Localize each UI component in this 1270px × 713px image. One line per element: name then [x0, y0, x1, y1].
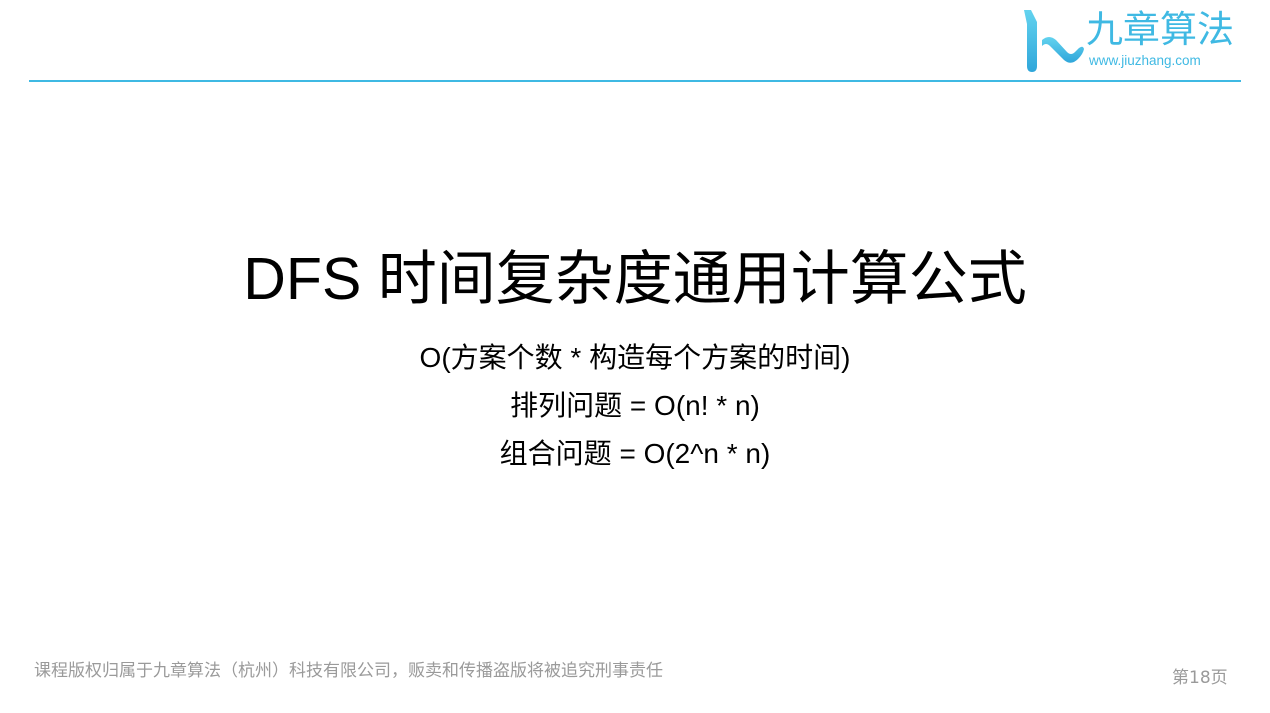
jiuzhang-logo-icon [1024, 10, 1084, 72]
logo-url: www.jiuzhang.com [1089, 53, 1201, 68]
logo-name: 九章算法 [1086, 8, 1234, 51]
copyright-notice: 课程版权归属于九章算法（杭州）科技有限公司，贩卖和传播盗版将被追究刑事责任 [34, 661, 663, 681]
header-divider [29, 80, 1241, 82]
slide-title: DFS 时间复杂度通用计算公式 [243, 246, 1027, 312]
jiuzhang-logo: 九章算法 www.jiuzhang.com [1016, 4, 1246, 76]
formula-line-permutation: 排列问题 = O(n! * n) [510, 390, 760, 421]
formula-line-combination: 组合问题 = O(2^n * n) [499, 438, 771, 469]
formula-line-general: O(方案个数 * 构造每个方案的时间) [419, 342, 851, 373]
page-number: 第18页 [1172, 668, 1228, 688]
